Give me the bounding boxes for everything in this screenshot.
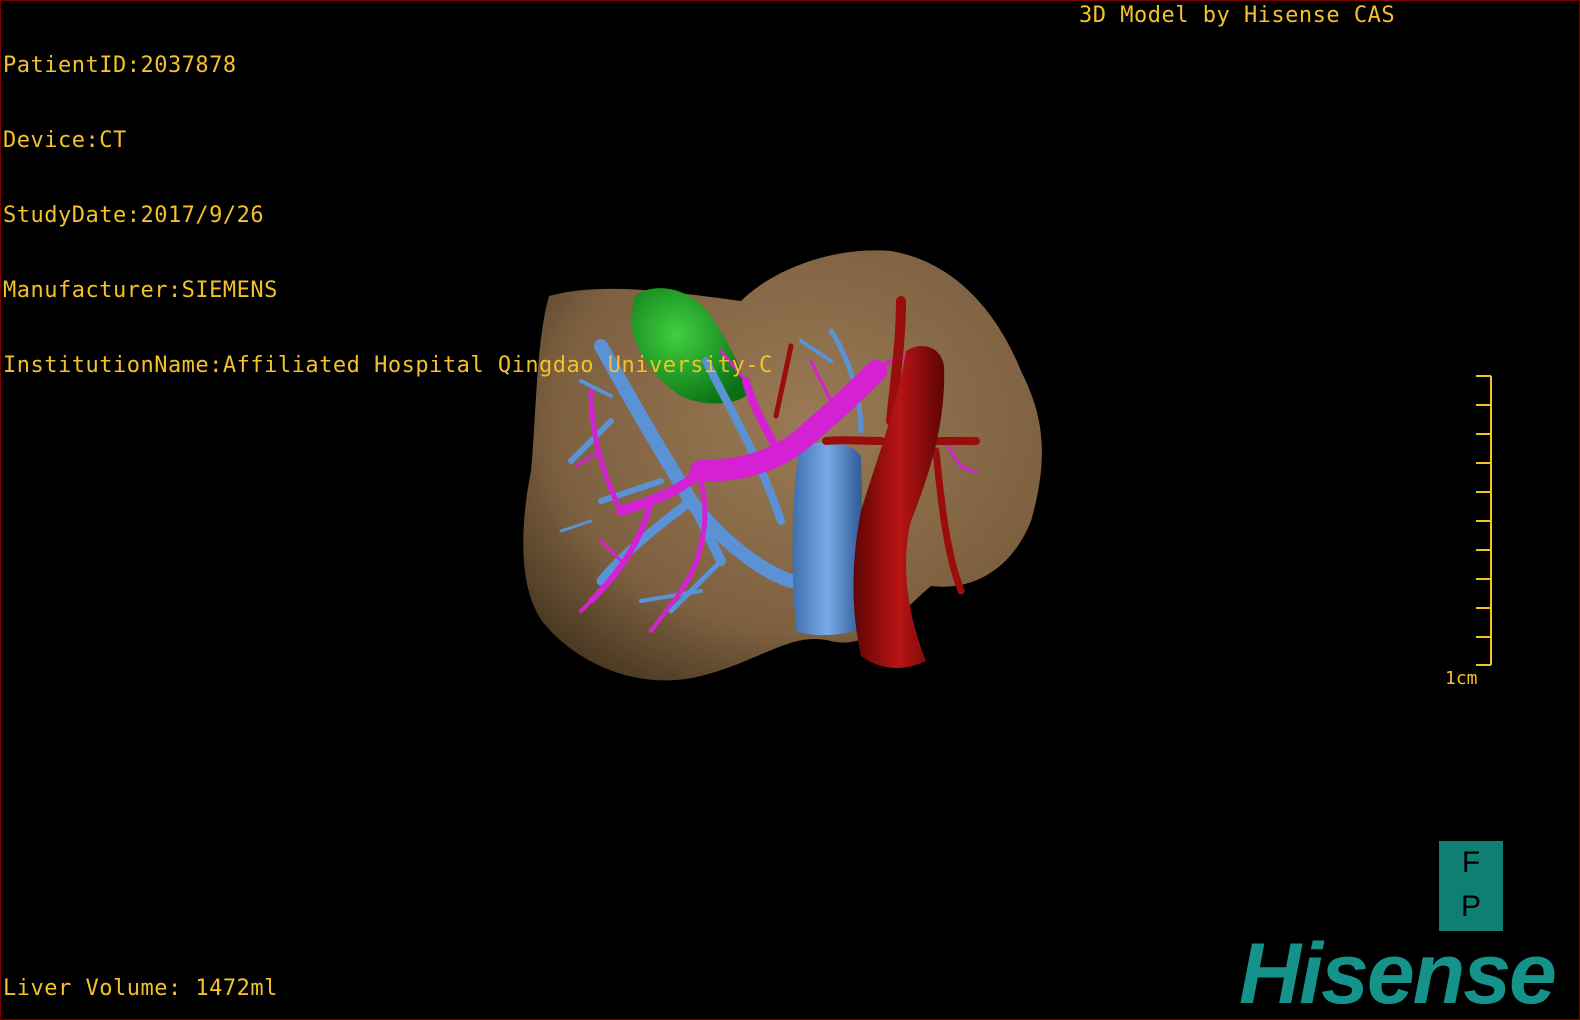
patient-id-text: PatientID:2037878 — [3, 53, 237, 78]
manufacturer-text: Manufacturer:SIEMENS — [3, 278, 278, 303]
hisense-logo: Hisense — [1239, 926, 1557, 1020]
scale-bar-label: 1cm — [1445, 668, 1478, 689]
dicom-info-overlay: PatientID:2037878 Device:CT StudyDate:20… — [3, 3, 773, 428]
vena-cava-model — [792, 441, 862, 636]
orientation-indicator: F P — [1439, 841, 1503, 931]
device-text: Device:CT — [3, 128, 127, 153]
study-date-text: StudyDate:2017/9/26 — [3, 203, 265, 228]
orientation-bottom-label: P — [1460, 890, 1481, 923]
orientation-top-label: F — [1461, 846, 1481, 879]
liver-volume-text: Liver Volume: 1472ml — [3, 976, 278, 1001]
3d-viewport[interactable]: PatientID:2037878 Device:CT StudyDate:20… — [0, 0, 1580, 1020]
institution-text: InstitutionName:Affiliated Hospital Qing… — [3, 353, 773, 378]
model-brand-text: 3D Model by Hisense CAS — [1079, 3, 1396, 28]
scale-bar — [1476, 375, 1492, 666]
